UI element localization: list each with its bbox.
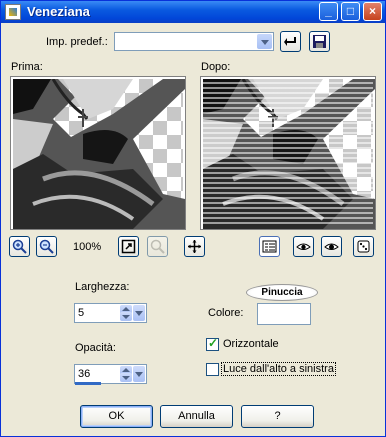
width-dropdown-arrow[interactable] <box>133 305 145 321</box>
chevron-down-icon[interactable] <box>257 34 272 49</box>
auto-proof-button[interactable] <box>321 236 342 257</box>
zoom-out-icon <box>39 239 54 254</box>
window-title: Veneziana <box>27 4 90 19</box>
preset-label: Imp. predef.: <box>46 36 108 48</box>
maximize-button[interactable]: □ <box>341 2 360 21</box>
zoom-in-icon <box>12 239 27 254</box>
opacity-value: 36 <box>78 368 91 380</box>
preset-dropdown[interactable] <box>114 32 274 51</box>
dialog-window: Veneziana _ □ × Imp. predef.: Prima: Dop… <box>0 0 386 437</box>
reset-preset-button[interactable] <box>280 31 301 52</box>
opacity-slider-fill[interactable] <box>75 382 101 385</box>
ok-button[interactable]: OK <box>80 405 153 428</box>
width-label: Larghezza: <box>75 281 130 293</box>
dice-icon <box>357 240 370 253</box>
zoom-out-button[interactable] <box>36 236 57 257</box>
width-spinbox[interactable]: 5 <box>74 303 147 323</box>
magnifier-disabled-icon <box>150 239 165 254</box>
expand-icon <box>121 239 136 254</box>
app-icon <box>5 4 21 20</box>
preview-panel-icon <box>262 240 277 253</box>
pan-button[interactable] <box>184 236 205 257</box>
locate-preview-button[interactable] <box>147 236 168 257</box>
eye-hand-icon <box>296 243 311 250</box>
color-swatch[interactable] <box>257 303 311 325</box>
show-original-button[interactable] <box>293 236 314 257</box>
zoom-in-button[interactable] <box>9 236 30 257</box>
undo-arrow-icon <box>284 37 296 46</box>
move-icon <box>188 240 201 253</box>
minimize-button[interactable]: _ <box>319 2 338 21</box>
floppy-disk-icon <box>313 35 326 48</box>
eye-icon <box>324 243 339 250</box>
randomize-button[interactable] <box>353 236 374 257</box>
opacity-up-down[interactable] <box>120 366 132 382</box>
watermark-logo: Pinuccia <box>246 284 318 301</box>
after-preview[interactable] <box>200 76 376 230</box>
toggle-preview-button[interactable] <box>259 236 280 257</box>
blinds-effect-overlay <box>203 79 373 227</box>
zoom-level: 100% <box>73 241 102 253</box>
help-button[interactable]: ? <box>241 405 314 428</box>
width-value: 5 <box>78 307 85 319</box>
color-label: Colore: <box>208 307 244 319</box>
before-preview[interactable] <box>10 76 186 230</box>
horizontal-checkbox[interactable] <box>206 336 219 351</box>
title-bar[interactable]: Veneziana _ □ × <box>1 1 385 23</box>
width-up-down[interactable] <box>120 305 132 321</box>
before-label: Prima: <box>11 61 43 73</box>
opacity-spinbox[interactable]: 36 <box>74 364 147 384</box>
save-preset-button[interactable] <box>309 31 330 52</box>
light-top-left-checkbox[interactable] <box>206 363 219 376</box>
after-label: Dopo: <box>201 61 231 73</box>
opacity-dropdown-arrow[interactable] <box>133 366 145 382</box>
light-top-left-label[interactable]: Luce dall'alto a sinistra <box>221 362 336 376</box>
horizontal-label[interactable]: Orizzontale <box>223 338 279 350</box>
cancel-button[interactable]: Annulla <box>160 405 233 428</box>
before-image <box>13 79 185 229</box>
zoom-fit-button[interactable] <box>118 236 139 257</box>
close-button[interactable]: × <box>363 2 382 21</box>
opacity-label: Opacità: <box>75 342 116 354</box>
